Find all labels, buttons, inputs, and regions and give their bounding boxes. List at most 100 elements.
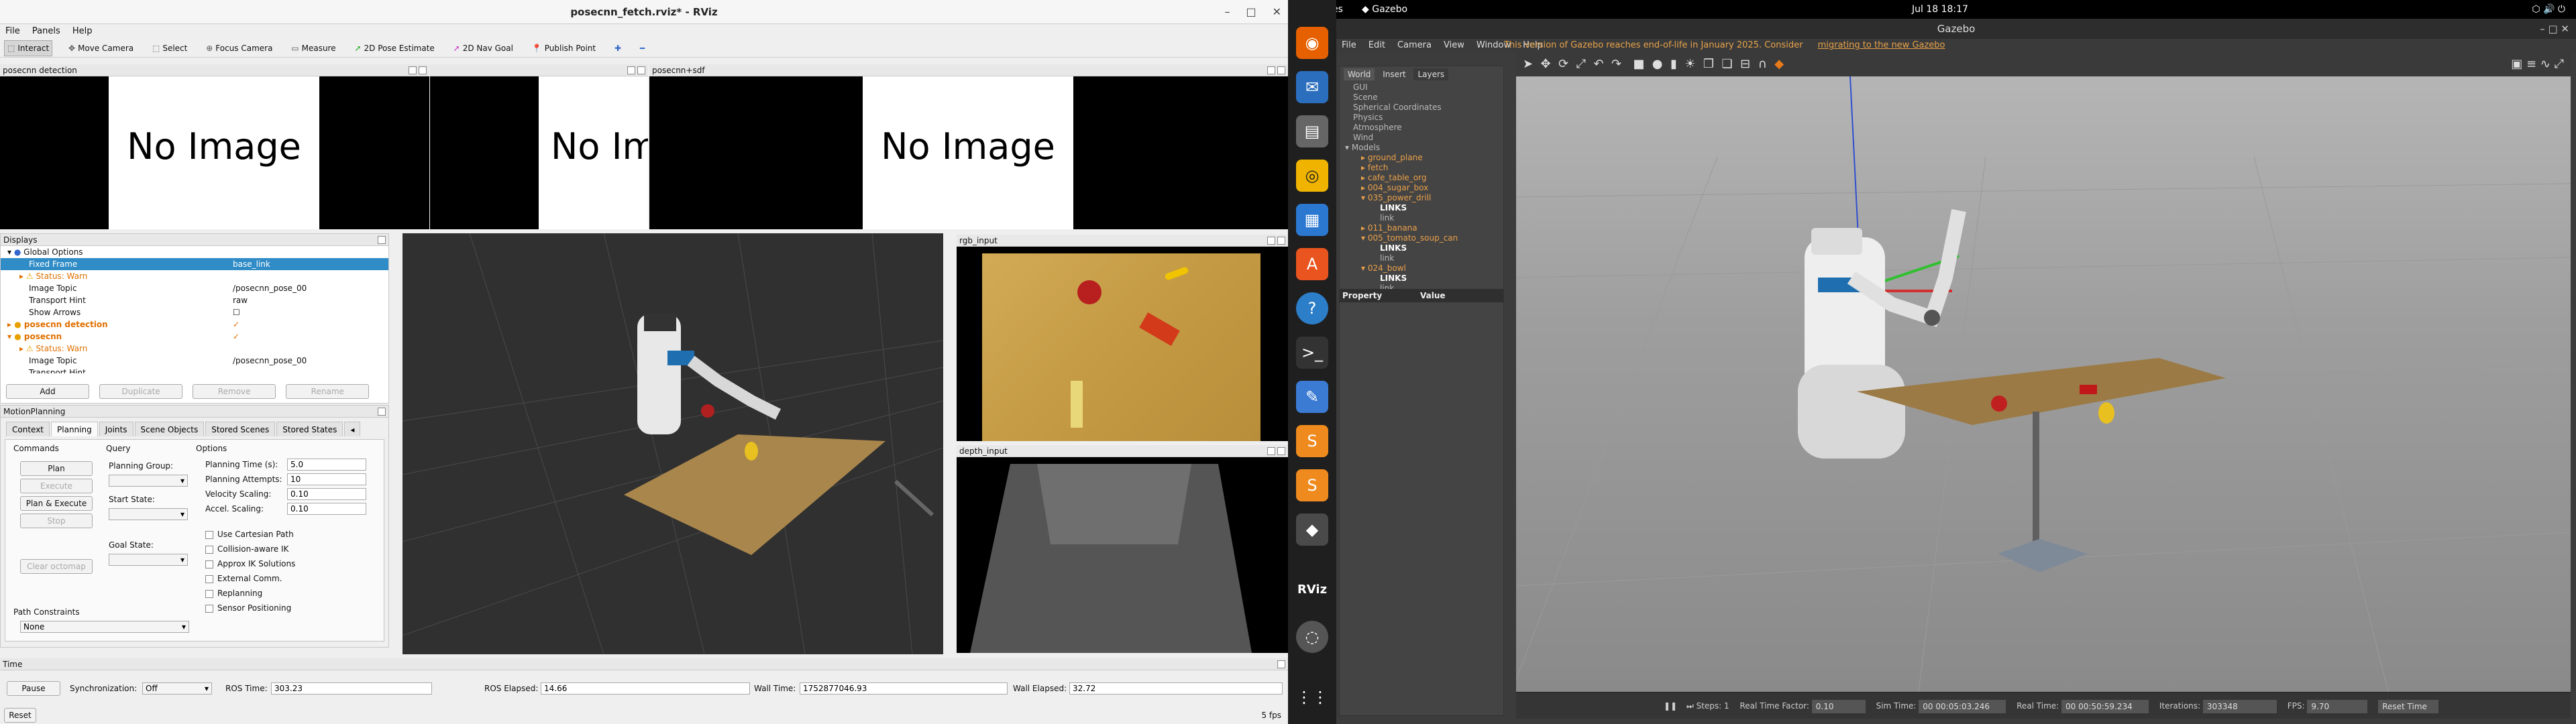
- tool-2d-nav-goal[interactable]: ➚ 2D Nav Goal: [451, 39, 516, 58]
- clock[interactable]: Jul 18 18:17: [1912, 0, 1968, 19]
- tab-insert[interactable]: Insert: [1377, 68, 1411, 80]
- float-icon[interactable]: [627, 66, 635, 74]
- tree-row[interactable]: ▸ ⚠ Status: Warn: [1, 343, 388, 355]
- tree-row[interactable]: ▸ ● posecnn detection ✓: [1, 318, 388, 330]
- checkbox-icon[interactable]: ☐: [233, 306, 240, 318]
- check-row[interactable]: Approx IK Solutions: [205, 559, 295, 568]
- help-icon[interactable]: ?: [1296, 292, 1328, 324]
- row-value[interactable]: ✓: [233, 318, 239, 330]
- tree-item[interactable]: Spherical Coordinates: [1353, 103, 1503, 113]
- tool-interact[interactable]: ⬚ Interact: [4, 40, 53, 56]
- close-icon[interactable]: [419, 66, 427, 74]
- tree-row[interactable]: Transport Hint: [1, 367, 388, 373]
- checkbox[interactable]: [205, 604, 213, 613]
- sublime-icon[interactable]: S: [1296, 425, 1328, 457]
- tab-scene-objects[interactable]: Scene Objects: [134, 422, 205, 436]
- writer-icon[interactable]: ▦: [1296, 204, 1328, 236]
- checkbox[interactable]: [205, 575, 213, 583]
- ros-elapsed-field[interactable]: 14.66: [541, 682, 750, 695]
- float-icon[interactable]: [1267, 66, 1275, 74]
- float-icon[interactable]: [378, 236, 386, 244]
- row-value[interactable]: ✓: [233, 330, 239, 343]
- add-tool-icon[interactable]: ✚: [612, 39, 624, 58]
- close-icon[interactable]: [1277, 447, 1285, 455]
- tree-item[interactable]: link: [1353, 253, 1503, 263]
- disk-icon[interactable]: ◌: [1296, 621, 1328, 653]
- tree-item[interactable]: ▾ 024_bowl: [1353, 263, 1503, 274]
- menu-view[interactable]: View: [1444, 40, 1464, 50]
- align-icon[interactable]: ⊟: [1740, 57, 1750, 71]
- checkbox[interactable]: [205, 589, 213, 598]
- plan-execute-button[interactable]: Plan & Execute: [20, 496, 93, 511]
- reset-button[interactable]: Reset: [4, 708, 36, 723]
- show-apps-icon[interactable]: ⋮⋮: [1296, 681, 1328, 713]
- terminal-icon[interactable]: >_: [1296, 337, 1328, 369]
- pause-button[interactable]: Pause: [7, 681, 60, 696]
- cylinder-shape-icon[interactable]: ▮: [1670, 57, 1677, 71]
- planning-attempts-input[interactable]: 10: [287, 473, 366, 485]
- translate-mode-icon[interactable]: ✥: [1541, 57, 1551, 71]
- rhythmbox-icon[interactable]: ◎: [1296, 160, 1328, 192]
- tree-row[interactable]: Image Topic/posecnn_pose_00: [1, 282, 388, 294]
- text-editor-icon[interactable]: ✎: [1296, 381, 1328, 413]
- menu-file[interactable]: File: [1342, 40, 1356, 50]
- undo-icon[interactable]: ↶: [1594, 57, 1604, 71]
- checkbox[interactable]: [205, 545, 213, 554]
- remove-button[interactable]: Remove: [193, 384, 276, 399]
- close-icon[interactable]: [637, 66, 645, 74]
- tool-move-camera[interactable]: ✥ Move Camera: [66, 39, 136, 58]
- tree-item[interactable]: ▾ 035_power_drill: [1353, 193, 1503, 203]
- scale-mode-icon[interactable]: ⤢: [1576, 57, 1586, 71]
- firefox-icon[interactable]: ◉: [1296, 27, 1328, 59]
- float-icon[interactable]: [1267, 447, 1275, 455]
- path-constraints-select[interactable]: None ▾: [20, 621, 189, 633]
- reset-time-button[interactable]: Reset Time: [2378, 699, 2439, 713]
- tool-2d-pose-estimate[interactable]: ➚ 2D Pose Estimate: [352, 39, 437, 58]
- tree-item[interactable]: ▸ cafe_table_org: [1353, 173, 1503, 183]
- tree-row[interactable]: ▸ ⚠ Status: Warn: [1, 270, 388, 282]
- software-icon[interactable]: A: [1296, 248, 1328, 280]
- tree-item[interactable]: ▸ 011_banana: [1353, 223, 1503, 233]
- tab-joints[interactable]: Joints: [99, 422, 133, 436]
- tree-item[interactable]: link: [1353, 213, 1503, 223]
- stop-button[interactable]: Stop: [20, 514, 93, 528]
- menu-help[interactable]: Help: [72, 26, 93, 36]
- app-menu[interactable]: ◆ Gazebo: [1362, 0, 1407, 19]
- tree-item[interactable]: ▸ fetch: [1353, 163, 1503, 173]
- execute-button[interactable]: Execute: [20, 479, 93, 493]
- goal-state-select[interactable]: ▾: [109, 554, 188, 566]
- step-icon[interactable]: ⏭: [1686, 701, 1694, 711]
- menu-file[interactable]: File: [5, 26, 20, 36]
- sphere-shape-icon[interactable]: ●: [1652, 57, 1663, 71]
- sync-select[interactable]: Off ▾: [142, 682, 212, 695]
- tool-select[interactable]: ⬚ Select: [150, 39, 190, 58]
- steps-value[interactable]: 1: [1724, 701, 1729, 711]
- tree-item[interactable]: ▸ ground_plane: [1353, 153, 1503, 163]
- tree-item[interactable]: Atmosphere: [1353, 123, 1503, 133]
- float-icon[interactable]: [378, 408, 386, 416]
- tree-row-selected[interactable]: Fixed Frame base_link: [1, 258, 388, 270]
- menu-camera[interactable]: Camera: [1397, 40, 1432, 50]
- checkbox[interactable]: [205, 530, 213, 539]
- maximize-icon[interactable]: □: [1246, 5, 1256, 18]
- tree-item[interactable]: LINKS: [1353, 203, 1503, 213]
- rename-button[interactable]: Rename: [286, 384, 370, 399]
- wall-elapsed-field[interactable]: 32.72: [1069, 682, 1283, 695]
- migrate-link[interactable]: migrating to the new Gazebo: [1818, 40, 1945, 50]
- gazebo-viewport[interactable]: [1515, 76, 2571, 692]
- clear-octomap-button[interactable]: Clear octomap: [20, 559, 93, 574]
- accel-scaling-input[interactable]: 0.10: [287, 503, 366, 515]
- tree-item[interactable]: Physics: [1353, 113, 1503, 123]
- tab-layers[interactable]: Layers: [1413, 68, 1449, 80]
- close-icon[interactable]: [1277, 66, 1285, 74]
- minimize-icon[interactable]: –: [1224, 5, 1230, 18]
- tab-stored-scenes[interactable]: Stored Scenes: [205, 422, 276, 436]
- system-tray[interactable]: ⬡ 🔊 ⏻: [2532, 0, 2565, 19]
- remove-tool-icon[interactable]: ━: [637, 39, 647, 58]
- files-icon[interactable]: ▤: [1296, 115, 1328, 147]
- tree-row[interactable]: Transport Hint raw: [1, 294, 388, 306]
- tool-measure[interactable]: ▭ Measure: [288, 39, 338, 58]
- tree-item[interactable]: ▸ 004_sugar_box: [1353, 183, 1503, 193]
- menu-edit[interactable]: Edit: [1368, 40, 1385, 50]
- light-icon[interactable]: ☀: [1684, 57, 1695, 71]
